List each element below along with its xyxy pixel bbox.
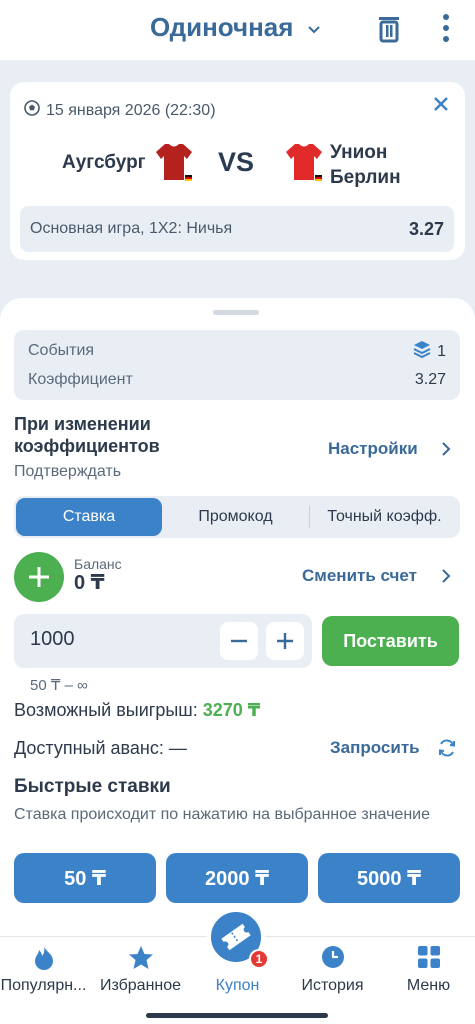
home-team-name: Аугсбург (62, 152, 146, 173)
plus-icon (29, 567, 49, 587)
event-card: 15 января 2026 (22:30) Аугсбург VS Унион… (10, 82, 465, 260)
odds-change-mode: Подтверждать (14, 463, 122, 480)
trash-icon[interactable] (378, 15, 400, 48)
close-icon[interactable] (433, 96, 449, 117)
stake-limits: 50 ₸ – ∞ (30, 677, 88, 694)
grid-icon (417, 945, 441, 974)
nav-favorites-label: Избранное (99, 977, 182, 994)
odds-change-title: При изменении коэффициентов (14, 414, 160, 456)
quick-bet-button[interactable]: 50 ₸ (14, 853, 156, 903)
events-count: 1 (413, 340, 446, 363)
balance-value: 0 ₸ (74, 572, 105, 594)
advance-label: Доступный аванс: (14, 738, 164, 758)
stake-amount-value[interactable]: 1000 (30, 628, 75, 651)
versus-label: VS (218, 147, 255, 177)
stake-amount-field[interactable]: 1000 (14, 614, 312, 668)
possible-win: Возможный выигрыш: 3270 ₸ (14, 700, 260, 721)
quick-bets-description: Ставка происходит по нажатию на выбранно… (14, 806, 430, 823)
away-team-name-line2: Берлин (330, 167, 401, 188)
quick-bet-button[interactable]: 2000 ₸ (166, 853, 308, 903)
away-team-name-line1: Унион (330, 142, 388, 163)
nav-history[interactable]: История (285, 937, 380, 1007)
outcome-odd: 3.27 (408, 219, 444, 239)
quick-bet-button[interactable]: 5000 ₸ (318, 853, 460, 903)
coef-label: Коэффициент (28, 371, 133, 388)
event-date: 15 января 2026 (22:30) (24, 100, 216, 121)
slip-summary: События 1 Коэффициент 3.27 (14, 330, 460, 400)
events-count-value: 1 (437, 342, 446, 360)
decrease-stake-button[interactable] (220, 622, 258, 660)
refresh-icon[interactable] (437, 738, 457, 763)
more-menu-icon[interactable] (442, 13, 450, 48)
events-label: События (28, 342, 95, 359)
sheet-drag-handle[interactable] (213, 310, 259, 315)
chevron-down-icon[interactable] (307, 22, 321, 40)
star-icon (128, 945, 154, 976)
away-team-name: Унион Берлин (330, 140, 401, 190)
bet-type-tabs: Ставка Промокод Точный коэфф. (14, 496, 460, 538)
settings-link[interactable]: Настройки (328, 439, 418, 459)
chevron-right-icon[interactable] (441, 568, 451, 589)
minus-icon (231, 639, 247, 643)
clock-icon (321, 945, 345, 974)
nav-popular[interactable]: Популярн... (0, 937, 91, 1007)
football-icon (24, 100, 40, 121)
tab-stake[interactable]: Ставка (16, 498, 162, 536)
nav-menu-label: Меню (406, 977, 451, 994)
possible-win-value: 3270 ₸ (202, 700, 261, 720)
nav-favorites[interactable]: Избранное (93, 937, 188, 1007)
coef-value: 3.27 (414, 371, 446, 388)
home-team-jersey-icon (155, 142, 193, 189)
away-team-jersey-icon (285, 142, 323, 189)
selected-outcome: Основная игра, 1X2: Ничья 3.27 (20, 206, 454, 252)
top-bar: Одиночная (0, 0, 475, 60)
layers-icon (413, 340, 431, 363)
nav-popular-label: Популярн... (0, 977, 87, 994)
increase-stake-button[interactable] (266, 622, 304, 660)
request-advance-link[interactable]: Запросить (330, 738, 420, 758)
change-account-link[interactable]: Сменить счет (302, 566, 417, 586)
advance-value: — (168, 738, 187, 758)
nav-coupon-label: Купон (215, 977, 260, 994)
plus-icon (277, 633, 293, 649)
tab-exact-odds[interactable]: Точный коэфф. (311, 498, 458, 536)
possible-win-label: Возможный выигрыш: (14, 700, 198, 720)
nav-menu[interactable]: Меню (381, 937, 475, 1007)
coupon-type-dropdown[interactable]: Одиночная (150, 12, 293, 43)
place-bet-button[interactable]: Поставить (322, 616, 459, 666)
quick-bets-title: Быстрые ставки (14, 776, 171, 797)
home-indicator[interactable] (146, 1013, 328, 1018)
market-label: Основная игра, 1X2: Ничья (30, 220, 233, 237)
event-date-text: 15 января 2026 (22:30) (46, 101, 216, 119)
chevron-right-icon[interactable] (441, 441, 451, 462)
fire-icon (33, 945, 55, 976)
available-advance: Доступный аванс: — (14, 738, 187, 759)
tab-divider (309, 506, 310, 528)
tab-promocode[interactable]: Промокод (164, 498, 307, 536)
nav-history-label: История (301, 977, 364, 994)
add-funds-button[interactable] (14, 552, 64, 602)
coupon-count-badge: 1 (249, 949, 269, 969)
